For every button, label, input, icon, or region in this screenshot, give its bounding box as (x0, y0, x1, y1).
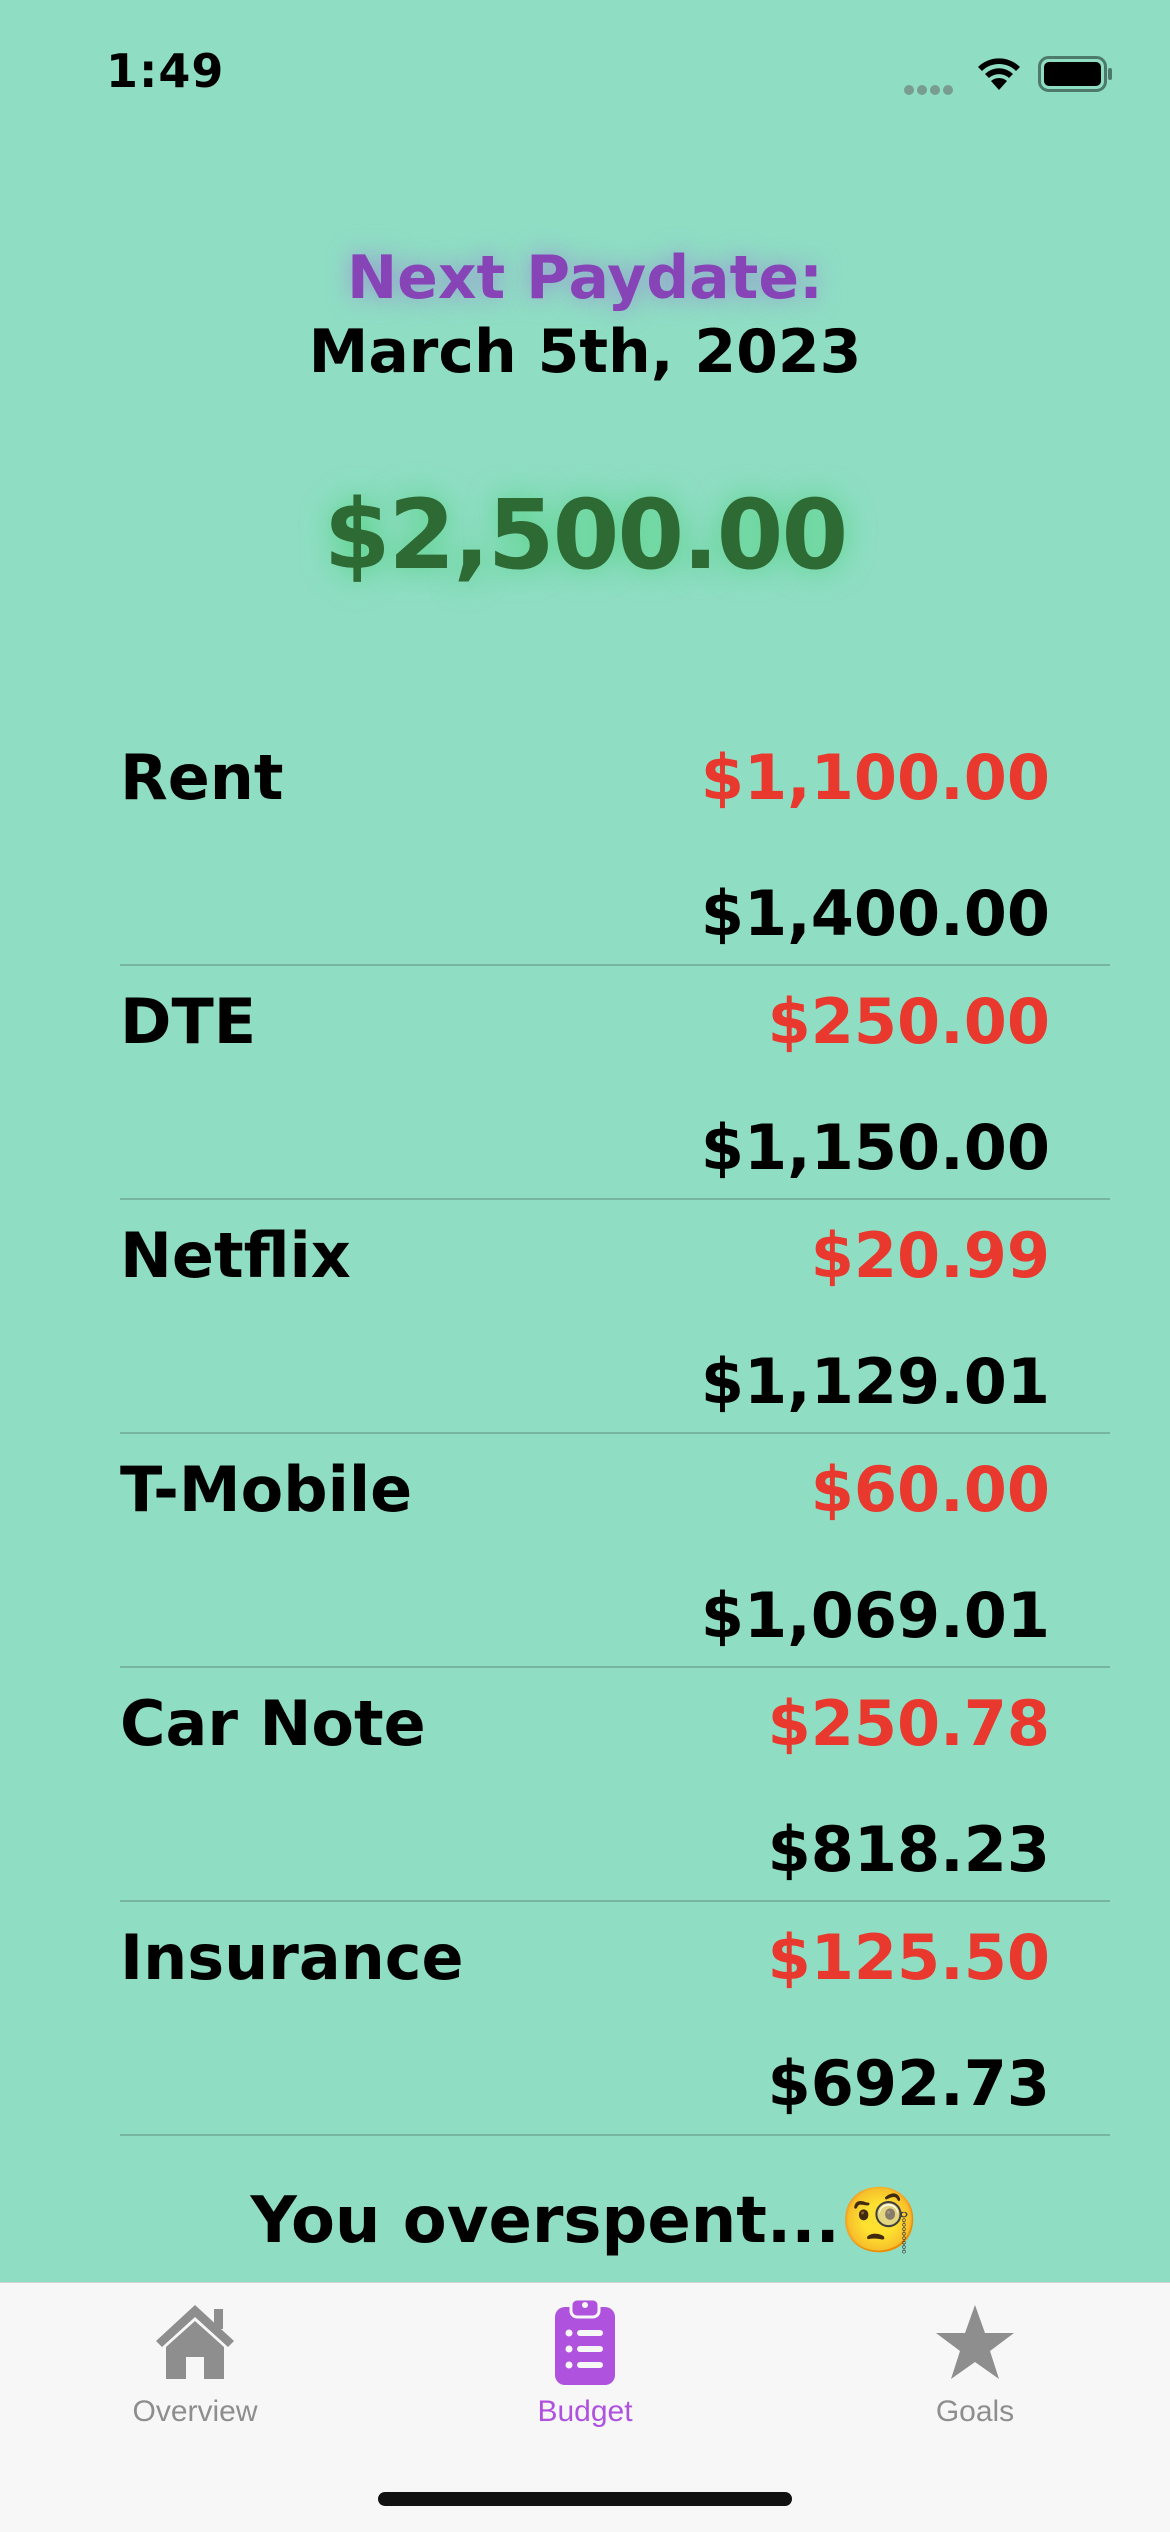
star-icon (936, 2305, 1014, 2379)
bill-amount: $60.00 (810, 1453, 1050, 1526)
tab-overview[interactable]: Overview (75, 2297, 315, 2429)
next-paydate-value: March 5th, 2023 (308, 317, 862, 387)
bill-amount: $20.99 (810, 1219, 1050, 1292)
list-item: T-Mobile $60.00 $1,069.01 (120, 1434, 1110, 1668)
list-item: Rent $1,100.00 $1,400.00 (120, 720, 1110, 966)
bill-remaining-balance: $818.23 (767, 1813, 1050, 1886)
next-paydate-label: Next Paydate: (346, 243, 824, 313)
list-item: Car Note $250.78 $818.23 (120, 1668, 1110, 1902)
bill-name: Insurance (120, 1921, 464, 1994)
overspent-message: You overspent...🧐 (0, 2176, 1170, 2266)
home-indicator[interactable] (378, 2492, 792, 2506)
bill-name: Rent (120, 741, 284, 814)
wifi-icon (978, 58, 1020, 90)
bill-remaining-balance: $1,150.00 (700, 1111, 1050, 1184)
bill-amount: $250.78 (767, 1687, 1050, 1760)
bill-name: Car Note (120, 1687, 426, 1760)
bill-name: Netflix (120, 1219, 351, 1292)
list-item: Insurance $125.50 $692.73 (120, 1902, 1110, 2136)
bill-amount: $250.00 (767, 985, 1050, 1058)
status-time: 1:49 (106, 44, 225, 98)
balance-amount: $2,500.00 (323, 479, 849, 591)
bill-name: T-Mobile (120, 1453, 413, 1526)
list-item: DTE $250.00 $1,150.00 (120, 966, 1110, 1200)
bill-list[interactable]: Rent $1,100.00 $1,400.00 DTE $250.00 $1,… (0, 720, 1170, 2160)
battery-icon (1038, 56, 1112, 92)
bill-amount: $125.50 (767, 1921, 1050, 1994)
status-bar: 1:49 (0, 0, 1170, 140)
tab-budget[interactable]: Budget (465, 2297, 705, 2429)
bill-remaining-balance: $1,129.01 (700, 1345, 1050, 1418)
tab-label: Overview (132, 2395, 258, 2428)
cellular-signal-icon (904, 80, 960, 95)
house-icon (156, 2305, 234, 2379)
tab-label: Budget (537, 2395, 633, 2428)
bill-name: DTE (120, 985, 257, 1058)
bill-remaining-balance: $692.73 (767, 2047, 1050, 2120)
tab-goals[interactable]: Goals (855, 2297, 1095, 2429)
bill-remaining-balance: $1,069.01 (700, 1579, 1050, 1652)
list-item: Netflix $20.99 $1,129.01 (120, 1200, 1110, 1434)
tab-label: Goals (935, 2395, 1015, 2428)
clipboard-list-icon (555, 2297, 615, 2385)
bill-amount: $1,100.00 (700, 741, 1050, 814)
bill-remaining-balance: $1,400.00 (700, 877, 1050, 950)
